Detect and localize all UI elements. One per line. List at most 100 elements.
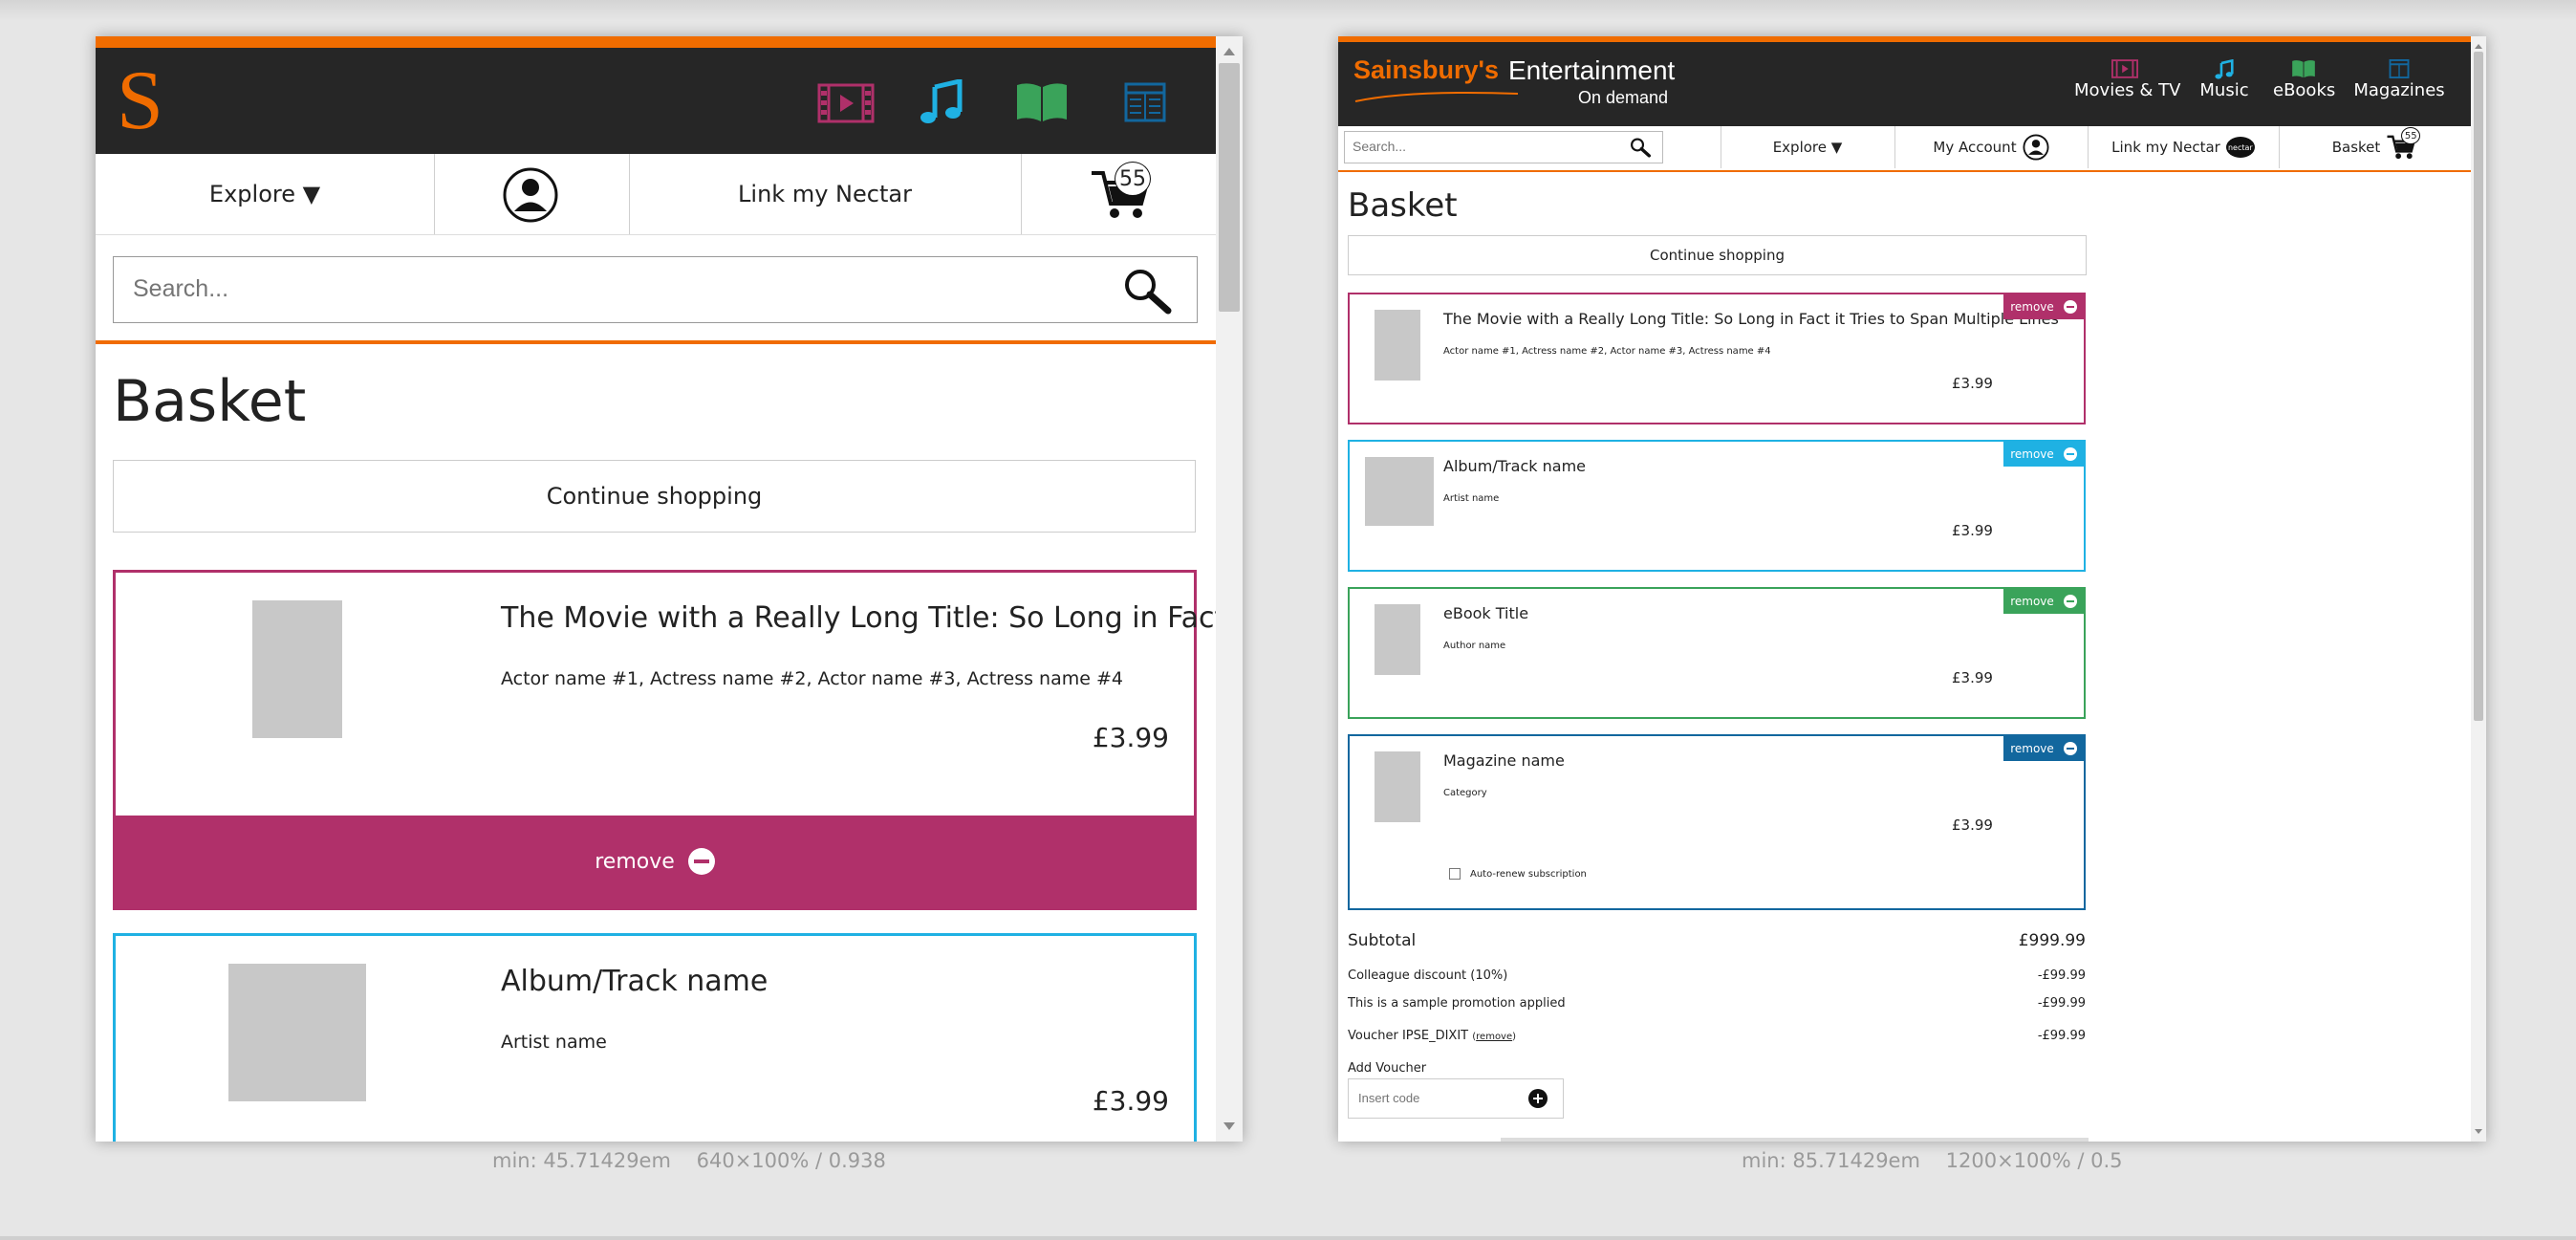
discount-label: Colleague discount (10%) (1348, 968, 1508, 983)
account-icon[interactable] (502, 166, 559, 224)
sainsburys-logo[interactable]: Sainsbury's Entertainment On demand (1353, 55, 1678, 113)
item-thumbnail (252, 600, 342, 738)
scroll-up-arrow[interactable] (1223, 48, 1235, 55)
scrollbar-thumb[interactable] (1219, 63, 1240, 312)
explore-menu[interactable]: Explore ▼ (1721, 126, 1894, 168)
item-price: £3.99 (1952, 816, 1993, 834)
magazine-icon (2389, 59, 2410, 78)
header-bar: Sainsbury's Entertainment On demand Movi… (1338, 42, 2471, 126)
voucher-value: -£99.99 (2037, 1029, 2086, 1043)
remove-button[interactable]: remove (116, 816, 1194, 907)
scroll-down-arrow[interactable] (2475, 1129, 2482, 1134)
viewport-caption: min: 45.71429em 640×100% / 0.938 (492, 1149, 886, 1172)
book-icon (2292, 60, 2315, 78)
item-title[interactable]: Magazine name (1443, 751, 1565, 770)
auto-renew-checkbox[interactable] (1449, 868, 1461, 880)
subtotal-value: £999.99 (2018, 931, 2086, 950)
explore-menu[interactable]: Explore ▼ (96, 154, 434, 234)
music-note-icon[interactable] (920, 79, 963, 125)
nav-movies-tv[interactable]: Movies & TV (2074, 59, 2180, 100)
orange-top-strip (96, 36, 1216, 48)
page-title: Basket (113, 368, 307, 435)
sainsburys-s-logo[interactable]: S (117, 55, 163, 147)
film-icon[interactable] (817, 83, 875, 123)
mobile-preview-frame: S Explore ▼ Link my Nectar 55 Search... … (96, 36, 1243, 1142)
discount-value: -£99.99 (2037, 968, 2086, 983)
minus-circle-icon (2063, 447, 2077, 461)
promotion-label: This is a sample promotion applied (1348, 996, 1566, 1011)
item-thumbnail (1375, 310, 1420, 381)
minus-circle-icon (2063, 595, 2077, 608)
remove-button[interactable]: remove (2003, 442, 2084, 467)
basket-count-badge: 55 (1115, 162, 1151, 196)
remove-label: remove (2010, 300, 2054, 314)
nav-label: eBooks (2273, 80, 2336, 100)
minus-circle-icon (2063, 742, 2077, 755)
nav-music[interactable]: Music (2193, 58, 2256, 100)
scrollbar-thumb[interactable] (2474, 52, 2483, 721)
item-title[interactable]: Album/Track name (1443, 457, 1586, 475)
remove-voucher-link[interactable]: remove (1476, 1032, 1512, 1042)
nav-row: Explore ▼ Link my Nectar 55 (96, 154, 1216, 235)
minus-circle-icon (687, 848, 715, 875)
search-input[interactable] (114, 257, 1089, 320)
brand-name: Sainsbury's (1353, 55, 1499, 84)
remove-label: remove (2010, 595, 2054, 608)
header-bar: S (96, 48, 1216, 154)
item-thumbnail (1365, 457, 1434, 526)
item-price: £3.99 (1952, 669, 1993, 686)
item-title[interactable]: eBook Title (1443, 604, 1528, 622)
add-voucher-label: Add Voucher (1348, 1061, 1427, 1076)
continue-shopping-button[interactable]: Continue shopping (113, 460, 1196, 533)
viewer-top-bar (0, 0, 2576, 21)
nectar-logo: nectar (2225, 137, 2255, 158)
scroll-down-arrow[interactable] (1223, 1122, 1235, 1130)
promotion-value: -£99.99 (2037, 996, 2086, 1011)
account-icon (2023, 134, 2049, 161)
link-nectar-label: Link my Nectar (2111, 139, 2220, 156)
my-account-label: My Account (1933, 139, 2017, 156)
search-icon[interactable] (1630, 137, 1651, 158)
nav-ebooks[interactable]: eBooks (2273, 59, 2336, 100)
my-account-link[interactable]: My Account (1894, 126, 2088, 168)
search-input[interactable] (1345, 132, 1620, 161)
magazine-icon[interactable] (1124, 82, 1166, 122)
item-thumbnail (228, 964, 366, 1101)
item-subtitle: Author name (1443, 641, 1506, 651)
divider (434, 154, 435, 234)
nav-magazines[interactable]: Magazines (2353, 59, 2445, 100)
remove-label: remove (595, 849, 675, 874)
scrollbar[interactable] (1216, 36, 1243, 1142)
link-nectar-link[interactable]: Link my Nectar (629, 154, 1021, 234)
remove-label: remove (2010, 447, 2054, 461)
link-nectar-link[interactable]: Link my Nectar nectar (2088, 126, 2279, 168)
search-icon[interactable] (1122, 267, 1172, 315)
voucher-code-input[interactable] (1349, 1079, 1530, 1116)
item-price: £3.99 (1952, 375, 1993, 392)
content-edge (1501, 1138, 2089, 1142)
continue-shopping-button[interactable]: Continue shopping (1348, 235, 2087, 275)
viewport-caption: min: 85.71429em 1200×100% / 0.5 (1742, 1149, 2123, 1172)
scrollbar[interactable] (2471, 36, 2486, 1142)
item-subtitle: Actor name #1, Actress name #2, Actor na… (501, 668, 1123, 689)
nav-label: Magazines (2353, 80, 2445, 100)
remove-button[interactable]: remove (2003, 589, 2084, 614)
item-price: £3.99 (1952, 522, 1993, 539)
item-thumbnail (1375, 751, 1420, 822)
plus-circle-icon[interactable] (1528, 1089, 1548, 1108)
basket-item-movie: The Movie with a Really Long Title: So L… (113, 570, 1243, 910)
basket-link[interactable]: Basket 55 (2304, 126, 2447, 168)
remove-button[interactable]: remove (2003, 294, 2084, 319)
remove-button[interactable]: remove (2003, 736, 2084, 761)
scroll-up-arrow[interactable] (2475, 44, 2482, 49)
cart: 55 (2386, 127, 2421, 162)
search-box (113, 256, 1198, 323)
book-icon[interactable] (1015, 81, 1069, 123)
item-title[interactable]: Album/Track name (501, 965, 768, 998)
orange-divider (1338, 170, 2471, 172)
item-title[interactable]: The Movie with a Really Long Title: So L… (501, 601, 1243, 635)
basket-label: Basket (2331, 139, 2381, 156)
item-title[interactable]: The Movie with a Really Long Title: So L… (1443, 310, 2059, 328)
item-subtitle: Artist name (1443, 493, 1500, 504)
nav-label: Music (2199, 80, 2249, 100)
